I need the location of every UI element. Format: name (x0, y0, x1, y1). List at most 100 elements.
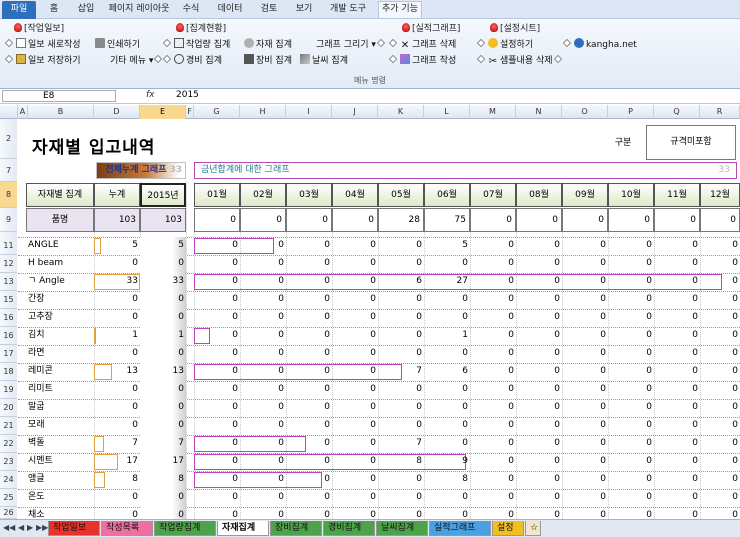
item-name: ANGLE (28, 240, 59, 250)
sheet-tab-2[interactable]: 작업량집계 (154, 521, 216, 536)
header-year-cell[interactable]: 2015년 (140, 183, 186, 207)
menu-tab-5[interactable]: 데이터 (210, 2, 250, 19)
row-header-13[interactable]: 13 (0, 273, 17, 291)
row-header-25[interactable]: 25 (0, 489, 17, 507)
sheet-tab-0[interactable]: 작업일보 (48, 521, 100, 536)
row-header-2[interactable]: 2 (0, 119, 17, 159)
column-header-D[interactable]: D (94, 105, 140, 119)
print-button[interactable]: 인쇄하기 (95, 38, 140, 52)
column-header-G[interactable]: G (194, 105, 240, 119)
row-header-23[interactable]: 23 (0, 453, 17, 471)
create-graph-button[interactable]: 그래프 작성 (388, 54, 456, 68)
month-value: 0 (692, 294, 698, 304)
row-header-9[interactable]: 9 (0, 208, 17, 232)
sheet-tab-7[interactable]: 실적그래프 (429, 521, 491, 536)
menu-tab-7[interactable]: 보기 (288, 2, 320, 19)
delete-sample-button[interactable]: ✂ 샘플내용 삭제 (476, 54, 565, 68)
column-header-P[interactable]: P (608, 105, 654, 119)
formula-input[interactable]: 2015 (176, 90, 199, 100)
sheet-tab-3[interactable]: 자재집계 (217, 521, 269, 536)
row-header-26[interactable]: 26 (0, 507, 17, 519)
sheet-tab-6[interactable]: 날씨집계 (376, 521, 428, 536)
row-header-16[interactable]: 16 (0, 327, 17, 345)
prev-sheet-icon[interactable]: ◀ (18, 523, 24, 532)
menu-tab-3[interactable]: 페이지 레이아웃 (106, 2, 172, 19)
row-header-17[interactable]: 17 (0, 345, 17, 363)
select-all-corner[interactable] (0, 105, 18, 119)
column-header-E[interactable]: E (140, 105, 186, 119)
row-header-24[interactable]: 24 (0, 471, 17, 489)
column-header-F[interactable]: F (186, 105, 194, 119)
row-header-7[interactable]: 7 (0, 159, 17, 182)
expense-summary-button[interactable]: 경비 집계 (162, 54, 222, 68)
month-value: 0 (646, 330, 652, 340)
first-sheet-icon[interactable]: ◀◀ (3, 523, 15, 532)
menu-tab-0[interactable]: 파일 (2, 1, 36, 19)
row-header-15[interactable]: 15 (0, 291, 17, 309)
header-month-12: 12월 (700, 183, 740, 207)
month-value: 0 (324, 240, 330, 250)
sheet-tab-5[interactable]: 경비집계 (323, 521, 375, 536)
last-sheet-icon[interactable]: ▶▶ (36, 523, 48, 532)
sheet-tab-4[interactable]: 장비집계 (270, 521, 322, 536)
column-header-L[interactable]: L (424, 105, 470, 119)
column-header-J[interactable]: J (332, 105, 378, 119)
column-header-O[interactable]: O (562, 105, 608, 119)
save-report-button[interactable]: 일보 저장하기 (4, 54, 81, 68)
row-header-20[interactable]: 20 (0, 399, 17, 417)
worksheet-grid[interactable]: 자재별 입고내역 구분 규격미포함 전체누계 그래프 33 금년합계에 대한 그래… (18, 119, 740, 519)
sheet-tab-1[interactable]: 작성목록 (101, 521, 153, 536)
fx-icon[interactable]: fx (146, 90, 155, 100)
column-header-H[interactable]: H (240, 105, 286, 119)
column-header-K[interactable]: K (378, 105, 424, 119)
row-header-12[interactable]: 12 (0, 255, 17, 273)
month-value: 0 (692, 438, 698, 448)
new-report-button[interactable]: 일보 새로작성 (4, 38, 81, 52)
column-header-A[interactable]: A (18, 105, 28, 119)
column-header-M[interactable]: M (470, 105, 516, 119)
draw-graph-dropdown[interactable]: 그래프 그리기 ▾ (316, 38, 388, 52)
year-value: 8 (178, 474, 184, 484)
month-graph-box[interactable]: 금년합계에 대한 그래프 33 (194, 162, 737, 179)
menu-tab-8[interactable]: 개발 도구 (324, 2, 372, 19)
next-sheet-icon[interactable]: ▶ (27, 523, 33, 532)
column-header-I[interactable]: I (286, 105, 332, 119)
month-value: 0 (508, 492, 514, 502)
menu-tab-4[interactable]: 수식 (176, 2, 206, 19)
month-value: 0 (232, 294, 238, 304)
month-value: 0 (324, 438, 330, 448)
row-header-19[interactable]: 19 (0, 381, 17, 399)
column-header-B[interactable]: B (28, 105, 94, 119)
month-value: 0 (554, 402, 560, 412)
spec-option-cell[interactable]: 규격미포함 (646, 125, 736, 160)
column-header-Q[interactable]: Q (654, 105, 700, 119)
column-header-R[interactable]: R (700, 105, 740, 119)
menu-tab-6[interactable]: 검토 (254, 2, 284, 19)
workload-summary-button[interactable]: 작업량 집계 (162, 38, 230, 52)
column-header-N[interactable]: N (516, 105, 562, 119)
site-link[interactable]: kangha.net (562, 38, 637, 52)
menu-tab-9[interactable]: 추가 기능 (378, 1, 422, 18)
other-menu-dropdown[interactable]: 기타 메뉴 ▾ (110, 54, 165, 68)
month-value: 0 (692, 312, 698, 322)
row-header-11[interactable]: 11 (0, 237, 17, 255)
weather-summary-button[interactable]: 날씨 집계 (300, 54, 348, 68)
new-sheet-icon[interactable]: ☆ (525, 521, 541, 536)
year-value: 0 (178, 348, 184, 358)
month-value: 0 (370, 402, 376, 412)
month-value: 0 (600, 330, 606, 340)
row-header-16[interactable]: 16 (0, 309, 17, 327)
menu-tab-1[interactable]: 홈 (40, 2, 68, 19)
delete-graph-button[interactable]: ✕ 그래프 삭제 (388, 38, 456, 52)
row-header-21[interactable]: 21 (0, 417, 17, 435)
equipment-summary-button[interactable]: 장비 집계 (244, 54, 292, 68)
material-summary-button[interactable]: 자재 집계 (244, 38, 292, 52)
row-header-18[interactable]: 18 (0, 363, 17, 381)
row-header-22[interactable]: 22 (0, 435, 17, 453)
name-box[interactable]: E8 (2, 90, 116, 102)
month-value: 0 (732, 294, 738, 304)
settings-button[interactable]: 설정하기 (476, 38, 533, 52)
row-header-8[interactable]: 8 (0, 182, 17, 208)
menu-tab-2[interactable]: 삽입 (70, 2, 102, 19)
sheet-tab-8[interactable]: 설정 (492, 521, 524, 536)
